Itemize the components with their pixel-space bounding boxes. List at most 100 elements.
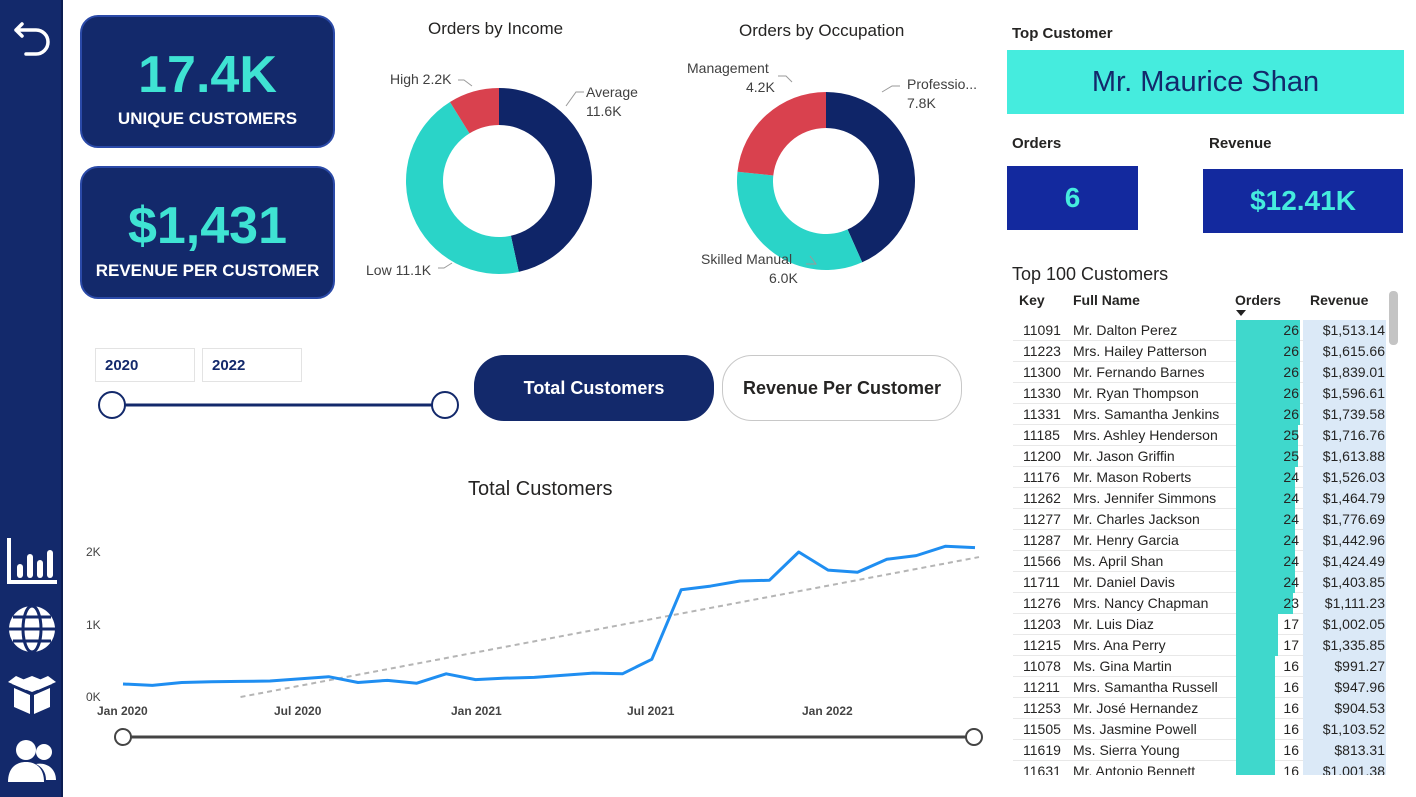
- key-cell: 11215: [1023, 637, 1061, 653]
- column-header-key[interactable]: Key: [1019, 292, 1045, 308]
- name-cell: Mrs. Ana Perry: [1073, 637, 1166, 653]
- name-cell: Mrs. Jennifer Simmons: [1073, 490, 1217, 506]
- key-cell: 11276: [1023, 595, 1061, 611]
- key-cell: 11091: [1023, 322, 1061, 338]
- line-chart-title: Total Customers: [468, 478, 613, 500]
- sort-desc-icon: [1236, 310, 1246, 316]
- revenue-per-customer-card: $1,431 REVENUE PER CUSTOMER: [80, 166, 335, 299]
- key-cell: 11223: [1023, 343, 1061, 359]
- occupation-skilled-label: Skilled Manual: [701, 251, 793, 267]
- revenue-cell: $1,424.49: [1322, 553, 1385, 569]
- revenue-label: Revenue: [1209, 135, 1272, 152]
- income-slice-low[interactable]: [406, 101, 519, 275]
- table-row[interactable]: 11203 Mr. Luis Diaz 17 $1,002.05: [1013, 614, 1386, 635]
- orders-cell: 17: [1283, 637, 1299, 653]
- table-row[interactable]: 11287 Mr. Henry Garcia 24 $1,442.96: [1013, 530, 1386, 551]
- orders-cell: 24: [1283, 511, 1299, 527]
- total-customers-line-chart[interactable]: [80, 535, 1000, 725]
- start-year-input[interactable]: 2020: [95, 348, 195, 382]
- table-row[interactable]: 11330 Mr. Ryan Thompson 26 $1,596.61: [1013, 383, 1386, 404]
- column-header-orders[interactable]: Orders: [1235, 292, 1281, 308]
- key-cell: 11711: [1023, 574, 1060, 590]
- revenue-cell: $1,526.03: [1322, 469, 1385, 485]
- slider-end-handle[interactable]: [431, 391, 459, 419]
- total-customers-button[interactable]: Total Customers: [474, 355, 714, 421]
- date-zoom-slider[interactable]: [112, 726, 986, 748]
- orders-cell: 16: [1283, 679, 1299, 695]
- zoom-end-handle[interactable]: [965, 728, 983, 746]
- box-icon[interactable]: [0, 672, 63, 716]
- total-customers-line[interactable]: [122, 544, 976, 687]
- revenue-cell: $1,464.79: [1322, 490, 1385, 506]
- occupation-slice-management[interactable]: [737, 92, 826, 176]
- globe-icon[interactable]: [0, 603, 63, 655]
- table-row[interactable]: 11078 Ms. Gina Martin 16 $991.27: [1013, 656, 1386, 677]
- table-row[interactable]: 11223 Mrs. Hailey Patterson 26 $1,615.66: [1013, 341, 1386, 362]
- revenue-per-customer-label: REVENUE PER CUSTOMER: [95, 261, 320, 280]
- users-icon[interactable]: [0, 738, 63, 784]
- revenue-cell: $1,103.52: [1322, 721, 1385, 737]
- orders-cell: 25: [1283, 427, 1299, 443]
- table-row[interactable]: 11262 Mrs. Jennifer Simmons 24 $1,464.79: [1013, 488, 1386, 509]
- unique-customers-card: 17.4K UNIQUE CUSTOMERS: [80, 15, 335, 148]
- orders-cell: 26: [1283, 322, 1299, 338]
- y-tick-1k: 1K: [86, 618, 101, 632]
- table-row[interactable]: 11277 Mr. Charles Jackson 24 $1,776.69: [1013, 509, 1386, 530]
- name-cell: Mr. Fernando Barnes: [1073, 364, 1205, 380]
- name-cell: Mr. Dalton Perez: [1073, 322, 1178, 338]
- revenue-cell: $1,716.76: [1322, 427, 1385, 443]
- zoom-start-handle[interactable]: [114, 728, 132, 746]
- x-tick-jul-2021: Jul 2021: [627, 704, 675, 718]
- table-row[interactable]: 11091 Mr. Dalton Perez 26 $1,513.14: [1013, 320, 1386, 341]
- table-row[interactable]: 11619 Ms. Sierra Young 16 $813.31: [1013, 740, 1386, 761]
- top-customers-table[interactable]: Key Full Name Orders Revenue 11091 Mr. Da…: [1013, 289, 1400, 775]
- revenue-per-customer-button[interactable]: Revenue Per Customer: [722, 355, 962, 421]
- revenue-cell: $1,776.69: [1322, 511, 1385, 527]
- revenue-cell: $1,002.05: [1322, 616, 1385, 632]
- name-cell: Mrs. Samantha Russell: [1073, 679, 1218, 695]
- table-row[interactable]: 11211 Mrs. Samantha Russell 16 $947.96: [1013, 677, 1386, 698]
- revenue-cell: $1,596.61: [1322, 385, 1385, 401]
- orders-cell: 26: [1283, 385, 1299, 401]
- year-range-slider[interactable]: [94, 388, 466, 422]
- bar-chart-icon[interactable]: [0, 536, 63, 586]
- back-arrow-icon[interactable]: [0, 14, 63, 62]
- table-row[interactable]: 11215 Mrs. Ana Perry 17 $1,335.85: [1013, 635, 1386, 656]
- key-cell: 11262: [1023, 490, 1061, 506]
- table-row[interactable]: 11711 Mr. Daniel Davis 24 $1,403.85: [1013, 572, 1386, 593]
- column-header-full-name[interactable]: Full Name: [1073, 292, 1140, 308]
- table-row[interactable]: 11185 Mrs. Ashley Henderson 25 $1,716.76: [1013, 425, 1386, 446]
- orders-cell: 16: [1283, 700, 1299, 716]
- orders-cell: 24: [1283, 490, 1299, 506]
- orders-cell: 16: [1283, 742, 1299, 758]
- name-cell: Mrs. Nancy Chapman: [1073, 595, 1209, 611]
- table-row[interactable]: 11331 Mrs. Samantha Jenkins 26 $1,739.58: [1013, 404, 1386, 425]
- table-row[interactable]: 11200 Mr. Jason Griffin 25 $1,613.88: [1013, 446, 1386, 467]
- table-row[interactable]: 11253 Mr. José Hernandez 16 $904.53: [1013, 698, 1386, 719]
- table-scrollbar[interactable]: [1389, 291, 1398, 345]
- revenue-cell: $813.31: [1334, 742, 1385, 758]
- orders-cell: 16: [1283, 658, 1299, 674]
- x-tick-jan-2021: Jan 2021: [451, 704, 502, 718]
- revenue-cell: $1,001.38: [1322, 763, 1385, 775]
- key-cell: 11505: [1023, 721, 1061, 737]
- key-cell: 11211: [1023, 679, 1060, 695]
- table-row[interactable]: 11505 Ms. Jasmine Powell 16 $1,103.52: [1013, 719, 1386, 740]
- end-year-input[interactable]: 2022: [202, 348, 302, 382]
- key-cell: 11330: [1023, 385, 1061, 401]
- name-cell: Mr. Ryan Thompson: [1073, 385, 1199, 401]
- name-cell: Mr. Charles Jackson: [1073, 511, 1200, 527]
- key-cell: 11078: [1023, 658, 1061, 674]
- table-row[interactable]: 11631 Mr. Antonio Bennett 16 $1,001.38: [1013, 761, 1386, 775]
- table-row[interactable]: 11566 Ms. April Shan 24 $1,424.49: [1013, 551, 1386, 572]
- revenue-cell: $991.27: [1334, 658, 1385, 674]
- slider-start-handle[interactable]: [98, 391, 126, 419]
- revenue-cell: $1,111.23: [1324, 595, 1385, 611]
- table-row[interactable]: 11176 Mr. Mason Roberts 24 $1,526.03: [1013, 467, 1386, 488]
- column-header-revenue[interactable]: Revenue: [1310, 292, 1368, 308]
- table-row[interactable]: 11300 Mr. Fernando Barnes 26 $1,839.01: [1013, 362, 1386, 383]
- orders-cell: 16: [1283, 721, 1299, 737]
- income-slice-average[interactable]: [499, 88, 592, 272]
- table-row[interactable]: 11276 Mrs. Nancy Chapman 23 $1,111.23: [1013, 593, 1386, 614]
- occupation-donut-title: Orders by Occupation: [739, 21, 905, 40]
